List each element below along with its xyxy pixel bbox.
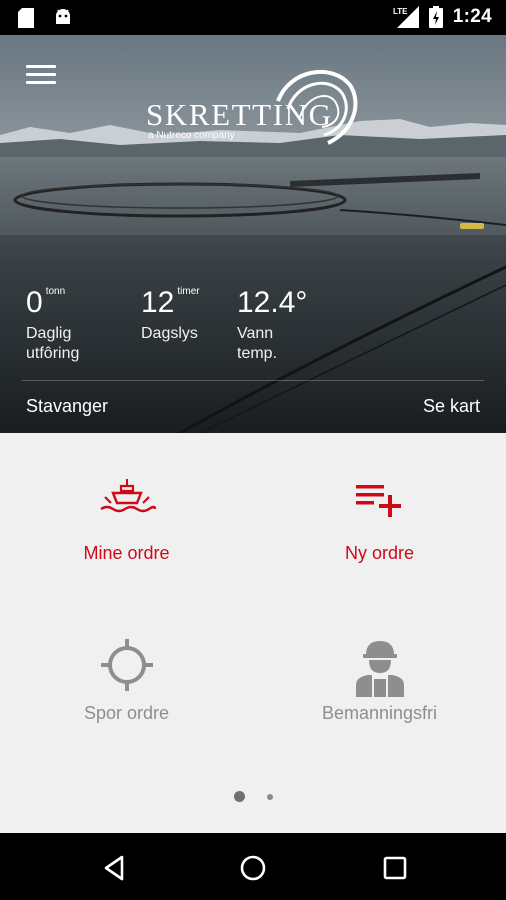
- new-order-label: Ny ordre: [344, 543, 415, 563]
- unmanned-button[interactable]: Bemanningsfri: [253, 633, 506, 798]
- mine-orders-label: Mine ordre: [83, 543, 170, 563]
- recent-apps-icon[interactable]: [380, 853, 410, 883]
- track-order-button[interactable]: Spor ordre: [0, 633, 253, 798]
- location-name: Stavanger: [26, 396, 109, 416]
- daylight-unit: timer: [177, 286, 200, 297]
- logo-subtitle: a Nutreco company: [148, 130, 235, 141]
- system-navigation-bar: [0, 833, 506, 900]
- hero-divider: [22, 380, 484, 381]
- stat-daylight: 12 timer Dagslys: [141, 286, 200, 344]
- new-order-button[interactable]: Ny ordre: [253, 473, 506, 638]
- track-order-label: Spor ordre: [83, 703, 170, 723]
- home-icon[interactable]: [238, 853, 268, 883]
- water-label-line1: Vann: [237, 325, 274, 342]
- android-icon: [56, 9, 70, 24]
- hero-banner: SKRETTING a Nutreco company 0 tonn Daglig…: [0, 35, 506, 433]
- mine-orders-button[interactable]: Mine ordre: [0, 473, 253, 638]
- back-icon[interactable]: [100, 853, 130, 883]
- worker-icon: [355, 641, 404, 697]
- ship-icon: [99, 479, 156, 513]
- feeding-unit: tonn: [45, 286, 66, 297]
- signal-icon: LTE: [393, 6, 419, 28]
- daylight-label: Dagslys: [141, 325, 198, 342]
- see-map-link[interactable]: Se kart: [423, 396, 480, 417]
- hamburger-menu-icon[interactable]: [26, 65, 56, 89]
- page-dot-active[interactable]: [233, 791, 245, 802]
- water-temp-value: 12.4°: [237, 286, 308, 319]
- logo-swirl-icon: [276, 70, 358, 145]
- status-bar: LTE 1:24: [0, 0, 506, 35]
- feeding-label-line2: utfôring: [26, 345, 80, 362]
- crosshair-icon: [100, 639, 153, 691]
- daylight-value: 12: [141, 286, 175, 319]
- playlist-add-icon: [355, 485, 401, 517]
- status-clock: 1:24: [452, 6, 492, 27]
- sd-card-icon: [18, 8, 34, 28]
- network-type-label: LTE: [393, 7, 408, 16]
- action-grid: Mine ordre Ny ordre Spor ordre Bemanning…: [0, 433, 506, 833]
- feeding-label-line1: Daglig: [26, 325, 72, 342]
- stat-daily-feeding: 0 tonn Daglig utfôring: [26, 286, 80, 364]
- feeding-value: 0: [26, 286, 43, 319]
- battery-charging-icon: [428, 6, 443, 28]
- page-dot[interactable]: [266, 793, 273, 800]
- skretting-logo: SKRETTING a Nutreco company: [146, 61, 366, 151]
- unmanned-label: Bemanningsfri: [321, 703, 438, 723]
- water-label-line2: temp.: [237, 345, 278, 362]
- stat-water-temp: 12.4° Vann temp.: [237, 288, 307, 364]
- page-indicator: [0, 791, 506, 802]
